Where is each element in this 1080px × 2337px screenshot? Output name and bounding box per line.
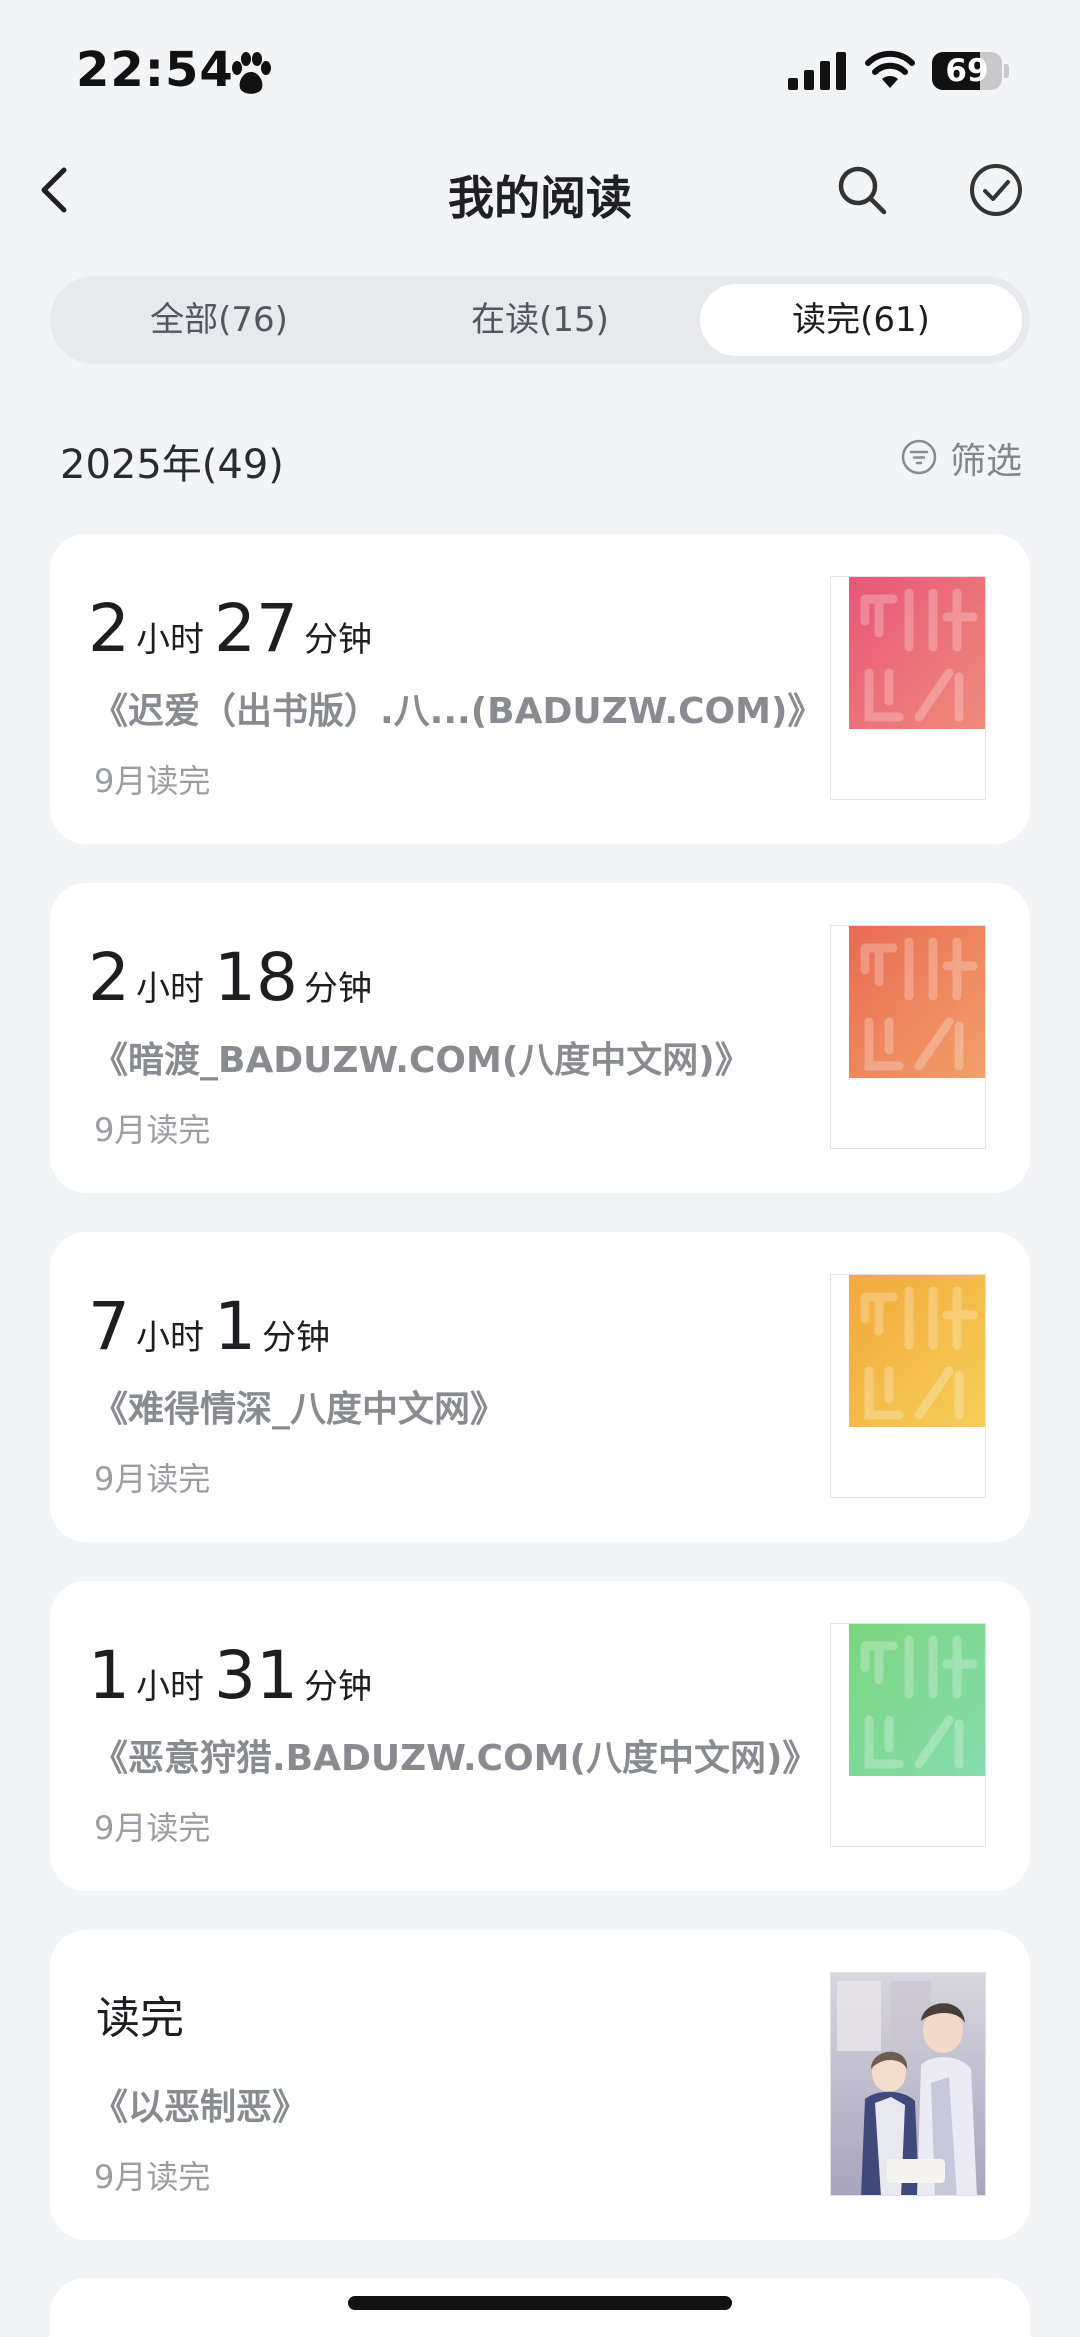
- reading-duration: 1 小时 31 分钟: [88, 1637, 382, 1717]
- duration-minutes: 1: [214, 1288, 256, 1365]
- duration-minutes: 27: [214, 590, 298, 667]
- duration-hours: 7: [88, 1288, 130, 1365]
- book-card[interactable]: 2 小时 18 分钟 《暗渡_BADUZW.COM(八度中文网)》 9月读完: [50, 883, 1030, 1193]
- reading-duration: 7 小时 1 分钟: [88, 1288, 340, 1368]
- filter-label: 筛选: [950, 441, 1023, 482]
- battery-body: 69: [932, 52, 1002, 90]
- status-time: 22:54: [76, 42, 234, 98]
- battery-indicator: 69: [932, 52, 1009, 90]
- hour-unit: 小时: [136, 969, 204, 1009]
- hour-unit: 小时: [136, 620, 204, 660]
- home-indicator[interactable]: [348, 2296, 732, 2310]
- tab-finished[interactable]: 读完(61): [700, 284, 1022, 356]
- page-title: 我的阅读: [448, 171, 632, 225]
- tab-all[interactable]: 全部(76): [58, 284, 380, 356]
- book-card[interactable]: 7 小时 1 分钟 《难得情深_八度中文网》 9月读完: [50, 1232, 1030, 1542]
- book-card[interactable]: 读完 《以恶制恶》 9月读完: [50, 1930, 1030, 2240]
- minute-unit: 分钟: [303, 1667, 372, 1707]
- duration-hours: 1: [88, 1637, 130, 1714]
- book-title: 《以恶制恶》: [92, 2087, 309, 2128]
- wifi-icon: [865, 50, 915, 88]
- book-title: 《难得情深_八度中文网》: [92, 1389, 507, 1430]
- battery-percent: 69: [945, 53, 989, 89]
- screen: 22:54 69 我的阅读 全部(76) 在读(15) 读完(61) 2025年…: [0, 0, 1080, 2337]
- book-card[interactable]: 2 小时 27 分钟 《迟爱（出书版）.八...(BADUZW.COM)》 9月读完: [50, 534, 1030, 844]
- book-title: 《迟爱（出书版）.八...(BADUZW.COM)》: [92, 691, 824, 732]
- duration-minutes: 18: [214, 939, 298, 1016]
- placeholder-cover-icon: [849, 1624, 985, 1776]
- book-cover: [830, 576, 986, 800]
- battery-tip: [1004, 64, 1009, 78]
- select-check-icon[interactable]: [966, 160, 1026, 220]
- reading-status-tabs: 全部(76) 在读(15) 读完(61): [50, 276, 1030, 364]
- read-status-title: 读完: [96, 1993, 184, 2044]
- hour-unit: 小时: [136, 1667, 204, 1707]
- paw-icon: [232, 52, 271, 94]
- duration-hours: 2: [88, 590, 130, 667]
- minute-unit: 分钟: [262, 1318, 330, 1358]
- placeholder-cover-icon: [849, 577, 985, 729]
- finish-date: 9月读完: [94, 2158, 211, 2196]
- year-section-title: 2025年(49): [60, 442, 284, 488]
- finish-date: 9月读完: [94, 762, 211, 800]
- finish-date: 9月读完: [94, 1111, 211, 1149]
- cellular-signal-icon: [788, 52, 846, 90]
- hour-unit: 小时: [136, 1318, 204, 1358]
- finish-date: 9月读完: [94, 1460, 211, 1498]
- illustration-image: [831, 1973, 985, 2195]
- book-cover-illustration: [830, 1972, 986, 2196]
- book-cover: [830, 1274, 986, 1498]
- minute-unit: 分钟: [303, 969, 372, 1009]
- reading-duration: 2 小时 27 分钟: [88, 590, 382, 670]
- book-cover: [830, 1623, 986, 1847]
- navigation-bar: 我的阅读: [0, 140, 1080, 240]
- book-title: 《暗渡_BADUZW.COM(八度中文网)》: [92, 1040, 751, 1081]
- duration-minutes: 31: [214, 1637, 298, 1714]
- placeholder-cover-icon: [849, 926, 985, 1078]
- book-title: 《恶意狩猎.BADUZW.COM(八度中文网)》: [92, 1738, 819, 1779]
- minute-unit: 分钟: [303, 620, 372, 660]
- search-icon[interactable]: [832, 160, 892, 220]
- book-card[interactable]: 1 小时 31 分钟 《恶意狩猎.BADUZW.COM(八度中文网)》 9月读完: [50, 1581, 1030, 1891]
- filter-icon: [901, 439, 937, 475]
- placeholder-cover-icon: [849, 1275, 985, 1427]
- book-cover: [830, 925, 986, 1149]
- finish-date: 9月读完: [94, 1809, 211, 1847]
- duration-hours: 2: [88, 939, 130, 1016]
- reading-duration: 2 小时 18 分钟: [88, 939, 382, 1019]
- status-bar: 22:54 69: [0, 0, 1080, 140]
- tab-reading[interactable]: 在读(15): [379, 284, 701, 356]
